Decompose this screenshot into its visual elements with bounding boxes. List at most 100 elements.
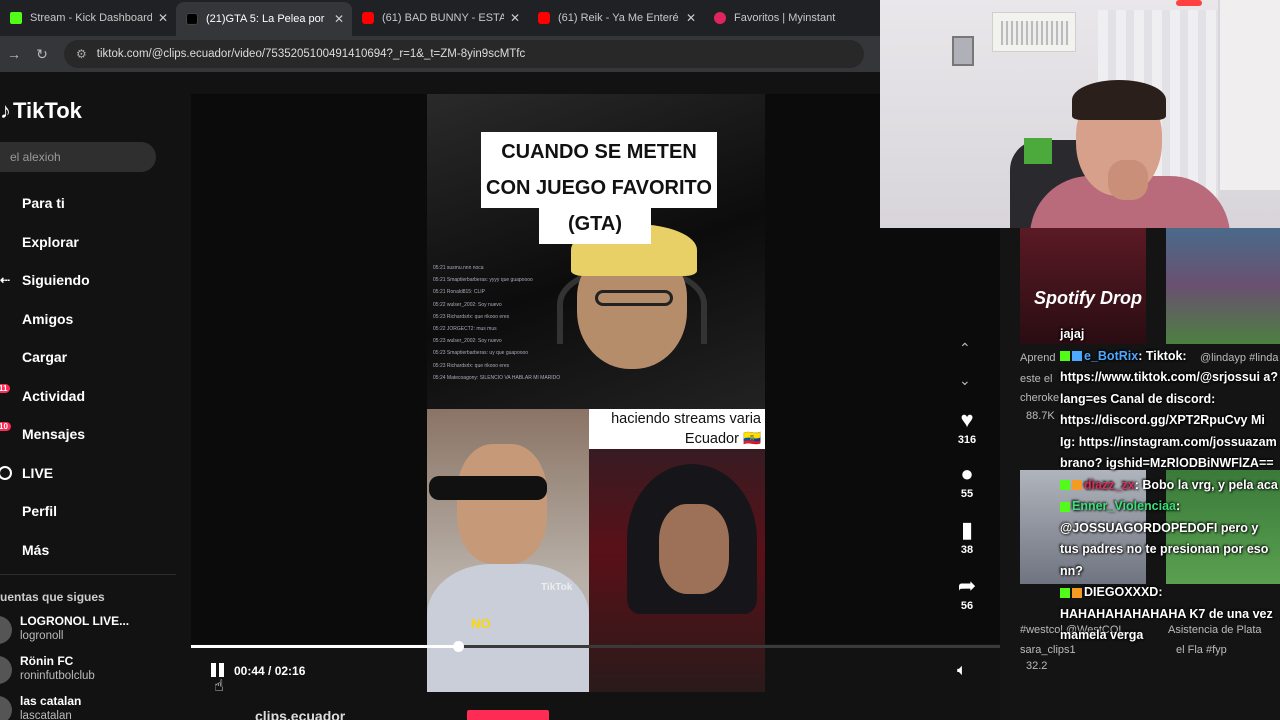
site-info-icon[interactable]: ⚙	[76, 47, 87, 61]
share-icon: ➦	[957, 573, 977, 598]
previous-video-icon[interactable]: ⌃	[959, 340, 971, 357]
avatar	[0, 656, 12, 684]
like-count: 316	[957, 434, 977, 446]
screen: Stream - Kick Dashboard ✕ (21)GTA 5: La …	[0, 0, 1280, 720]
account-name: Rönin FC	[20, 654, 74, 668]
tiktok-note-icon: ♪	[0, 98, 11, 123]
moderator-badge-icon	[1060, 501, 1070, 512]
nav-item-cargar[interactable]: Cargar	[0, 338, 170, 377]
nav-label: Explorar	[22, 233, 79, 250]
guest-face	[457, 444, 547, 564]
chat-overlay: jajaj e_BotRix: Tiktok: https://www.tikt…	[1060, 324, 1280, 647]
tab-title: Stream - Kick Dashboard	[30, 12, 152, 24]
video-chat-line: 05:24 Matecoagony: SILENCIO VA HABLAR MI…	[433, 374, 561, 381]
following-heading: uentas que sigues	[0, 590, 105, 604]
air-conditioner	[992, 12, 1076, 52]
chat-username: diazz_zx	[1084, 477, 1135, 492]
chat-username: DIEGOXXXD	[1084, 585, 1159, 599]
heart-icon: ♥	[960, 407, 974, 432]
search-placeholder: el alexioh	[10, 150, 61, 164]
video-caption-line2: CON JUEGO FAVORITO	[481, 168, 717, 208]
chat-message: diazz_zx: Bobo la vrg, y pela aca	[1060, 475, 1280, 497]
nav-item-para-ti[interactable]: Para ti	[0, 184, 170, 223]
next-video-icon[interactable]: ⌄	[959, 372, 971, 389]
video-subtitle: NO	[471, 616, 491, 631]
nav-item-live[interactable]: LIVE	[0, 454, 170, 493]
share-button[interactable]: ➦ 56	[945, 573, 989, 613]
video-chat-line: 05:21 Ronald815: CLIP	[433, 289, 485, 296]
door	[1218, 0, 1280, 190]
guest-face	[659, 504, 729, 594]
close-icon[interactable]: ✕	[510, 11, 520, 25]
moderator-badge-icon	[1060, 480, 1070, 491]
nav-item-amigos[interactable]: Amigos	[0, 300, 170, 339]
like-button[interactable]: ♥ 316	[945, 407, 989, 447]
person-hair	[1072, 80, 1166, 120]
bookmark-icon: ▮	[960, 517, 974, 542]
nav-item-actividad[interactable]: 11 Actividad	[0, 377, 170, 416]
following-icon: ⇠	[0, 273, 11, 288]
tiktok-logo[interactable]: ♪ TikTok	[0, 98, 82, 124]
sidebar-divider	[0, 574, 176, 575]
avatar	[0, 616, 12, 644]
nav-item-mensajes[interactable]: 10 Mensajes	[0, 415, 170, 454]
nav-item-perfil[interactable]: Perfil	[0, 492, 170, 531]
video-chat-line: 05:23 Smaptierbarberas: uy que guapoooo	[433, 350, 529, 357]
tab-kick-dashboard[interactable]: Stream - Kick Dashboard ✕	[0, 0, 176, 36]
chat-username: Enner_Violenciaa	[1072, 499, 1176, 513]
followed-account[interactable]: las catalan lascatalan	[0, 692, 170, 720]
notification-badge: 11	[0, 383, 11, 393]
account-handle: logronoll	[20, 630, 64, 642]
reload-icon[interactable]: ↻	[28, 46, 56, 63]
tab-reik[interactable]: (61) Reik - Ya Me Enteré (let ✕	[528, 0, 704, 36]
video-caption-line3: (GTA)	[539, 204, 651, 244]
nav-item-mas[interactable]: Más	[0, 531, 170, 570]
close-icon[interactable]: ✕	[686, 11, 696, 25]
spotify-drop-label: Spotify Drop	[1034, 288, 1142, 308]
mouse-cursor-icon: ☝︎	[214, 678, 224, 695]
chat-message: DIEGOXXXD: HAHAHAHAHAHAHA K7 de una vez …	[1060, 582, 1280, 647]
follow-button[interactable]	[467, 710, 549, 720]
tab-tiktok-gta[interactable]: (21)GTA 5: La Pelea por S ✕	[176, 2, 352, 36]
close-icon[interactable]: ✕	[158, 11, 168, 25]
tab-myinstants[interactable]: Favoritos | Myinstant	[704, 0, 880, 36]
followed-account[interactable]: LOGRONOL LIVE... logronoll	[0, 612, 170, 652]
tab-bad-bunny[interactable]: (61) BAD BUNNY - ESTAMOS ✕	[352, 0, 528, 36]
chat-message: jajaj	[1060, 324, 1280, 346]
background-text: Aprend	[1020, 352, 1056, 364]
comment-count: 55	[960, 488, 974, 500]
ac-grill	[1001, 21, 1069, 45]
nav-item-explorar[interactable]: Explorar	[0, 223, 170, 262]
moderator-badge-icon	[1060, 587, 1070, 598]
account-name: LOGRONOL LIVE...	[20, 614, 130, 628]
author-name[interactable]: clips.ecuador	[255, 708, 345, 720]
chat-text: jajaj	[1060, 327, 1085, 341]
search-input[interactable]: el alexioh	[0, 142, 156, 172]
tab-title: Favoritos | Myinstant	[734, 12, 836, 24]
url-text: tiktok.com/@clips.ecuador/video/75352051…	[96, 48, 526, 60]
stream-overlay: Spotify Drop Aprend este el cheroke 88.7…	[1000, 228, 1280, 720]
volume-icon[interactable]: 🔈︎	[957, 662, 967, 680]
video-player[interactable]: 05:21 susmu.nnn noca 05:21 Smaptierbarbe…	[427, 94, 765, 692]
comment-button[interactable]: ● 55	[945, 462, 989, 501]
followed-account[interactable]: Rönin FC roninfutbolclub	[0, 652, 170, 692]
video-progress-bar[interactable]	[191, 641, 1000, 652]
nav-label: Amigos	[22, 310, 74, 327]
chat-text: : Bobo la vrg, y pela aca	[1134, 477, 1278, 492]
url-field[interactable]: ⚙ tiktok.com/@clips.ecuador/video/753520…	[64, 40, 864, 68]
tab-title: (21)GTA 5: La Pelea por S	[206, 13, 328, 25]
close-icon[interactable]: ✕	[334, 12, 344, 26]
nav-item-siguiendo[interactable]: ⇠ Siguiendo	[0, 261, 170, 300]
nav-label: Siguiendo	[22, 272, 90, 289]
video-chat-line: 05:23 wulser_2002: Soy nuevo	[433, 338, 502, 345]
pause-icon	[219, 663, 224, 677]
progress-fill	[191, 645, 458, 648]
bookmark-button[interactable]: ▮ 38	[945, 517, 989, 557]
forward-icon[interactable]: →	[0, 46, 28, 62]
progress-knob[interactable]	[452, 641, 464, 652]
plant	[1024, 138, 1052, 164]
chat-message: Enner_Violenciaa: @JOSSUAGORDOPEDOFI per…	[1060, 496, 1280, 582]
live-icon	[0, 465, 12, 480]
video-overlay-text: haciendo streams varia Ecuador 🇪🇨	[589, 409, 765, 449]
nav-label: Actividad	[22, 387, 86, 404]
